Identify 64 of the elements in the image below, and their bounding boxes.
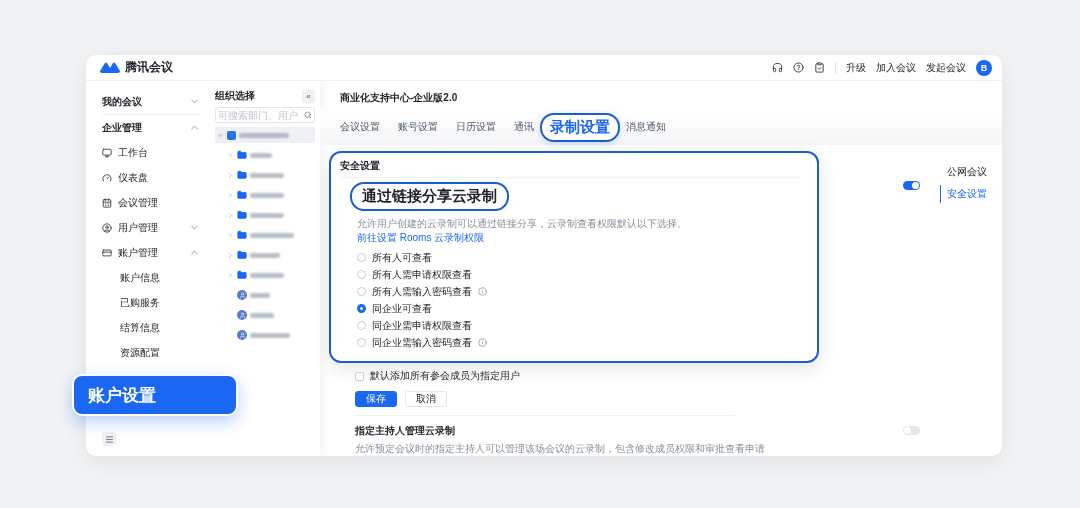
- folder-icon: [237, 150, 247, 160]
- folder-icon: [237, 250, 247, 260]
- toggle-switch[interactable]: [903, 426, 920, 435]
- anchor-link[interactable]: 安全设置: [940, 185, 1002, 203]
- tab[interactable]: 通讯: [514, 120, 534, 134]
- header-link[interactable]: 升级: [846, 60, 866, 75]
- radio-option[interactable]: 同企业可查看: [340, 300, 801, 317]
- radio-option[interactable]: 同企业需申请权限查看: [340, 317, 801, 334]
- sidebar-item[interactable]: 已购服务: [102, 290, 200, 315]
- info-icon: [478, 287, 487, 296]
- user-icon: [237, 290, 247, 300]
- sidebar-item[interactable]: 工作台: [102, 140, 200, 165]
- sidebar-item[interactable]: 结算信息: [102, 315, 200, 340]
- tree-node[interactable]: [215, 127, 315, 143]
- folder-icon: [237, 270, 247, 280]
- info-icon: [478, 338, 487, 347]
- page-title: 商业化支持中心-企业版2.0: [339, 91, 459, 105]
- sidebar-item[interactable]: 账户管理: [102, 240, 200, 265]
- search-icon: [304, 111, 312, 119]
- sidebar-item[interactable]: 会议管理: [102, 190, 200, 215]
- panel-title: 组织选择: [215, 89, 255, 103]
- folder-icon: [237, 190, 247, 200]
- sidebar-item[interactable]: 账户信息: [102, 265, 200, 290]
- sidebar-item[interactable]: 仪表盘: [102, 165, 200, 190]
- settings-link[interactable]: 前往设置 Rooms 云录制权限: [357, 232, 485, 243]
- folder-icon: [237, 170, 247, 180]
- clipboard-check-icon[interactable]: [814, 62, 825, 73]
- tab[interactable]: 账号设置: [398, 120, 438, 134]
- cancel-button[interactable]: 取消: [405, 391, 447, 407]
- save-button[interactable]: 保存: [355, 391, 397, 407]
- logo-icon: [100, 62, 120, 73]
- header-link[interactable]: 发起会议: [926, 60, 966, 75]
- collapse-button[interactable]: «: [302, 89, 315, 103]
- tab[interactable]: 会议设置: [340, 120, 380, 134]
- folder-icon: [237, 230, 247, 240]
- sidebar-item[interactable]: 资源配置: [102, 340, 200, 365]
- sidebar-item[interactable]: 我的会议: [102, 89, 200, 114]
- toggle-switch[interactable]: [903, 181, 920, 190]
- tab[interactable]: 日历设置: [456, 120, 496, 134]
- setting-title: 指定主持人管理云录制: [355, 424, 456, 438]
- sidebar-item[interactable]: 企业管理: [102, 115, 200, 140]
- radio-option[interactable]: 同企业需输入密码查看: [340, 334, 801, 351]
- avatar[interactable]: B: [976, 59, 992, 76]
- sidebar-item[interactable]: 用户管理: [102, 215, 200, 240]
- radio-option[interactable]: 所有人需申请权限查看: [340, 266, 801, 283]
- help-icon[interactable]: [793, 62, 804, 73]
- tab[interactable]: 消息通知: [626, 120, 666, 134]
- user-icon: [237, 310, 247, 320]
- callout-label: 账户设置: [72, 374, 238, 416]
- folder-icon: [237, 210, 247, 220]
- setting-title: 通过链接分享云录制: [350, 182, 509, 211]
- setting-description: 允许预定会议时的指定主持人可以管理该场会议的云录制，包含修改成员权限和审批查看申请: [355, 442, 765, 456]
- checkbox[interactable]: 默认添加所有参会成员为指定用户: [355, 369, 920, 383]
- app-name: 腾讯会议: [125, 59, 173, 76]
- anchor-link[interactable]: 公网会议: [940, 163, 1002, 181]
- header-link[interactable]: 加入会议: [876, 60, 916, 75]
- tab[interactable]: 录制设置: [540, 112, 620, 142]
- section-title: 安全设置: [340, 159, 801, 178]
- radio-option[interactable]: 所有人可查看: [340, 249, 801, 266]
- setting-description: 允许用户创建的云录制可以通过链接分享，云录制查看权限默认以下选择。 前往设置 Rooms 云录制权限: [356, 217, 688, 245]
- user-icon: [237, 330, 247, 340]
- organization-icon: [227, 130, 236, 140]
- headset-icon[interactable]: [772, 62, 783, 73]
- radio-option[interactable]: 所有人需输入密码查看: [340, 283, 801, 300]
